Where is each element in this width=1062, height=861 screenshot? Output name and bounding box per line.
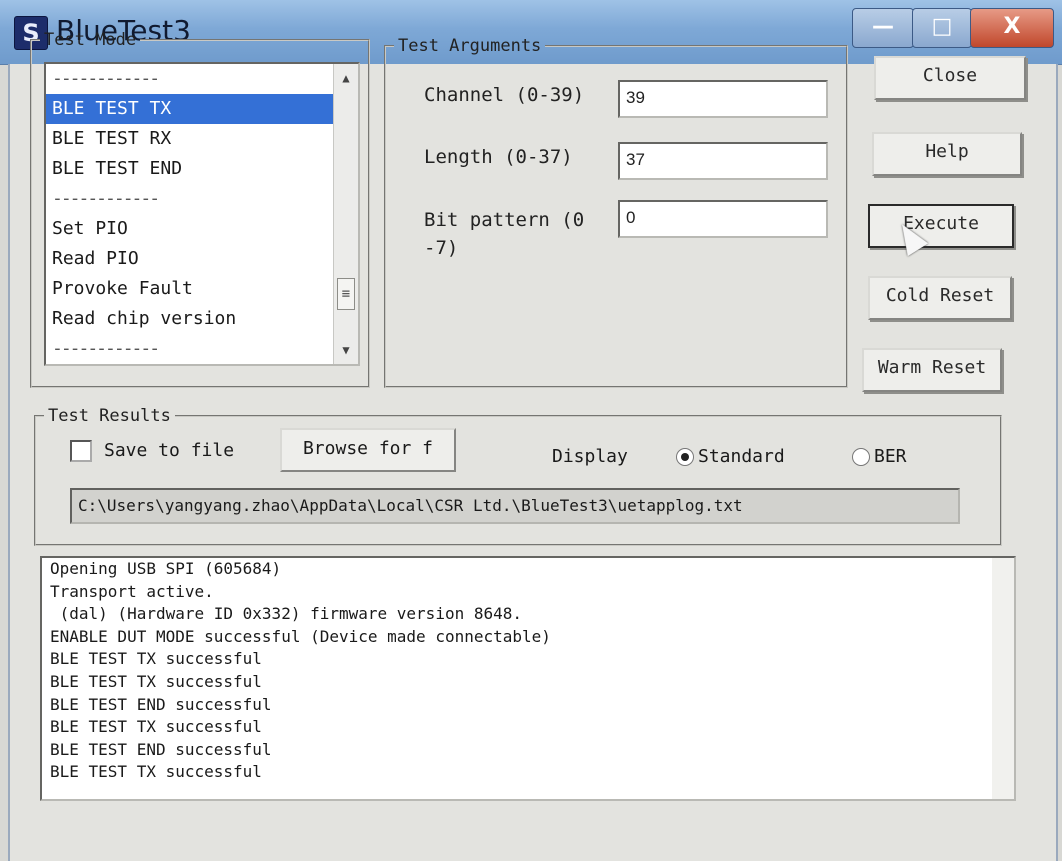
log-file-path-field: C:\Users\yangyang.zhao\AppData\Local\CSR… bbox=[70, 488, 960, 524]
list-item[interactable]: Provoke Fault bbox=[46, 274, 334, 304]
ber-radio-label[interactable]: BER bbox=[874, 446, 907, 467]
length-label: Length (0-37) bbox=[424, 146, 573, 168]
test-mode-scrollbar[interactable]: ▲ ≡ ▼ bbox=[333, 64, 358, 364]
window-close-button[interactable]: X bbox=[970, 8, 1054, 48]
test-mode-items: ------------ BLE TEST TX BLE TEST RX BLE TE… bbox=[46, 64, 334, 364]
list-separator[interactable]: ------------ bbox=[46, 64, 334, 94]
channel-label: Channel (0-39) bbox=[424, 84, 585, 106]
display-label: Display bbox=[552, 446, 628, 467]
log-line: ENABLE DUT MODE successful (Device made … bbox=[50, 626, 551, 646]
list-item[interactable]: Read chip version bbox=[46, 304, 334, 334]
test-results-legend: Test Results bbox=[48, 406, 171, 426]
test-results-group: Test Results bbox=[34, 406, 1002, 546]
list-separator[interactable]: ------------ bbox=[46, 184, 334, 214]
ber-radio[interactable] bbox=[852, 448, 870, 466]
standard-radio-label[interactable]: Standard bbox=[698, 446, 785, 467]
minimize-button[interactable]: — bbox=[852, 8, 914, 48]
channel-input[interactable]: 39 bbox=[618, 80, 828, 118]
list-item[interactable]: Read PIO bbox=[46, 244, 334, 274]
warm-reset-button[interactable]: Warm Reset bbox=[862, 348, 1002, 392]
test-arguments-legend: Test Arguments bbox=[398, 36, 542, 56]
log-line: Transport active. bbox=[50, 581, 214, 601]
log-line: BLE TEST END successful bbox=[50, 694, 272, 714]
log-line: Opening USB SPI (605684) bbox=[50, 559, 282, 578]
list-item[interactable]: Set PIO bbox=[46, 214, 334, 244]
cold-reset-button[interactable]: Cold Reset bbox=[868, 276, 1012, 320]
bit-pattern-input[interactable]: 0 bbox=[618, 200, 828, 238]
list-separator[interactable]: ------------ bbox=[46, 334, 334, 364]
execute-button[interactable]: Execute bbox=[868, 204, 1014, 248]
log-scrollbar[interactable] bbox=[992, 558, 1014, 799]
test-mode-legend: Test Mode bbox=[44, 30, 137, 50]
list-item[interactable]: BLE TEST END bbox=[46, 154, 334, 184]
test-mode-listbox[interactable]: ------------ BLE TEST TX BLE TEST RX BLE TE… bbox=[44, 62, 360, 366]
bit-pattern-label: Bit pattern (0 -7) bbox=[424, 209, 585, 259]
help-button[interactable]: Help bbox=[872, 132, 1022, 176]
maximize-button[interactable]: □ bbox=[912, 8, 972, 48]
length-input[interactable]: 37 bbox=[618, 142, 828, 180]
standard-radio[interactable] bbox=[676, 448, 694, 466]
scroll-up-arrow-icon[interactable]: ▲ bbox=[334, 66, 358, 90]
browse-button[interactable]: Browse for f bbox=[280, 428, 456, 472]
log-line: BLE TEST TX successful bbox=[50, 671, 262, 691]
scroll-down-arrow-icon[interactable]: ▼ bbox=[334, 338, 358, 362]
log-output[interactable]: Opening USB SPI (605684) Transport active… bbox=[40, 556, 1016, 801]
scroll-thumb[interactable]: ≡ bbox=[337, 278, 355, 310]
log-line: BLE TEST TX successful bbox=[50, 762, 262, 782]
save-to-file-label[interactable]: Save to file bbox=[104, 440, 234, 461]
log-line: BLE TEST END successful bbox=[50, 739, 272, 759]
log-line: BLE TEST TX successful bbox=[50, 717, 262, 737]
log-line: (dal) (Hardware ID 0x332) firmware versi… bbox=[50, 604, 523, 624]
list-item[interactable]: BLE TEST TX bbox=[46, 94, 334, 124]
close-button[interactable]: Close bbox=[874, 56, 1026, 100]
save-to-file-checkbox[interactable] bbox=[70, 440, 92, 462]
log-line: BLE TEST TX successful bbox=[50, 649, 262, 669]
list-item[interactable]: BLE TEST RX bbox=[46, 124, 334, 154]
log-lines: Opening USB SPI (605684) Transport active… bbox=[42, 558, 1014, 784]
